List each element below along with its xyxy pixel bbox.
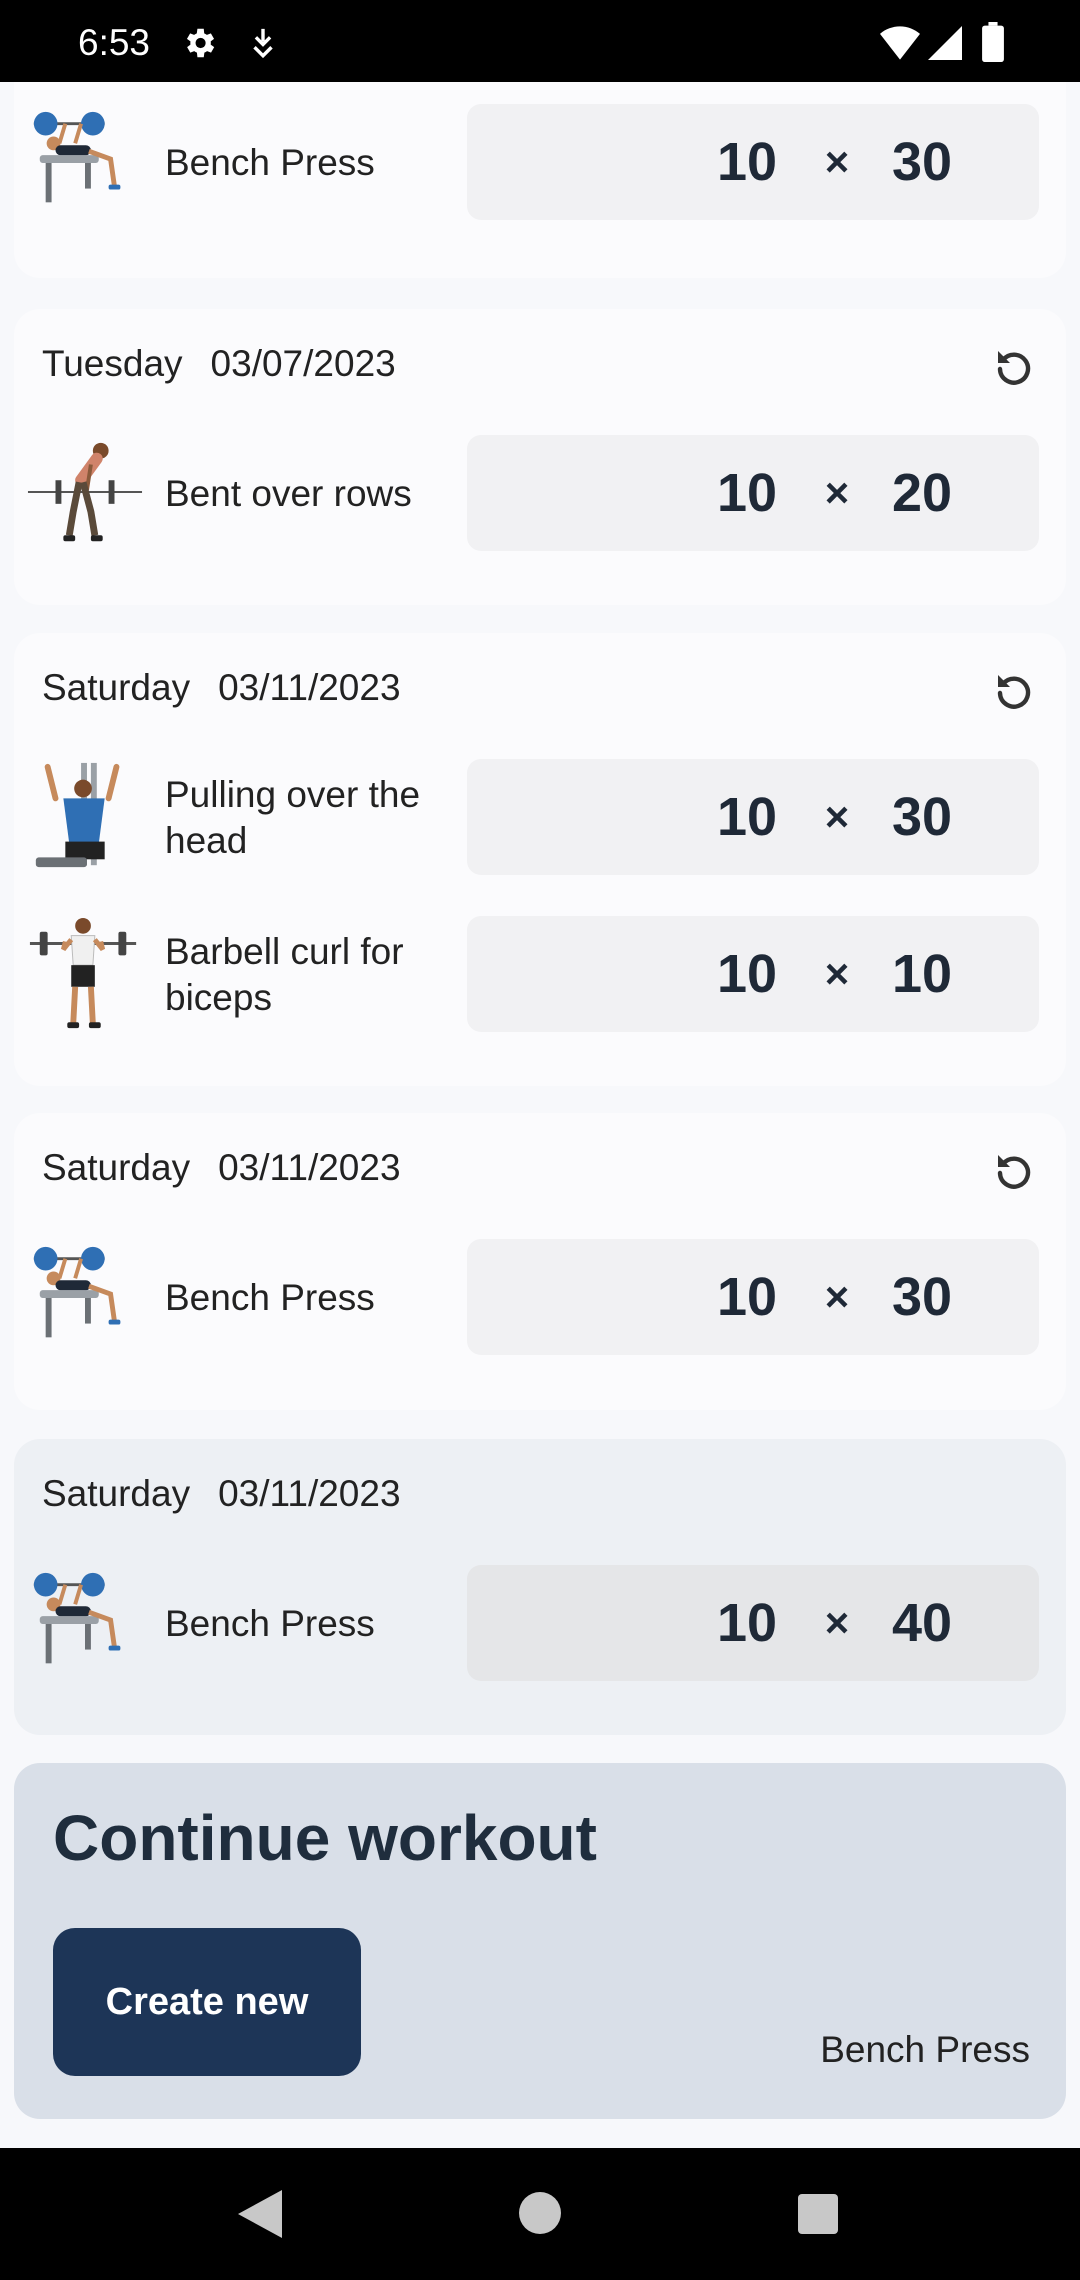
create-new-button[interactable]: Create new xyxy=(53,1928,361,2076)
download-status-icon xyxy=(253,28,273,59)
exercise-name: Pulling over the head xyxy=(165,774,421,861)
exercise-name: Bench Press xyxy=(165,1603,375,1644)
reps-value: 10 xyxy=(716,944,778,1004)
back-icon[interactable] xyxy=(238,2190,282,2238)
bent-over-rows-icon xyxy=(27,442,143,542)
sets-box[interactable]: 10 × 30 xyxy=(467,104,1039,220)
workout-date: 03/11/2023 xyxy=(218,1147,401,1188)
exercise-name: Bench Press xyxy=(165,142,375,183)
workout-day: Saturday xyxy=(42,1147,191,1188)
barbell-curl-icon xyxy=(29,917,137,1029)
workout-day: Tuesday xyxy=(42,343,183,384)
sets-box[interactable]: 10 × 30 xyxy=(467,759,1039,875)
bench-press-icon xyxy=(33,111,121,203)
times-symbol: × xyxy=(824,1599,850,1646)
weight-value: 30 xyxy=(891,1267,953,1327)
sets-box[interactable]: 10 × 10 xyxy=(467,916,1039,1032)
times-symbol: × xyxy=(824,469,850,516)
recent-apps-icon[interactable] xyxy=(798,2194,838,2234)
workout-day: Saturday xyxy=(42,1473,191,1514)
continue-workout-panel[interactable]: Continue workout Create new Bench Press xyxy=(14,1763,1066,2119)
workout-date: 03/11/2023 xyxy=(218,1473,401,1514)
sets-box[interactable]: 10 × 20 xyxy=(467,435,1039,551)
times-symbol: × xyxy=(824,138,850,185)
exercise-row[interactable]: Barbell curl for biceps 10 × 10 xyxy=(14,916,1066,1034)
sets-box[interactable]: 10 × 30 xyxy=(467,1239,1039,1355)
home-icon[interactable] xyxy=(519,2192,561,2234)
repeat-workout-icon[interactable] xyxy=(990,343,1038,391)
repeat-workout-icon[interactable] xyxy=(990,1147,1038,1195)
workout-history-list[interactable]: Bench Press 10 × 30 Tuesday 03/07/2023 B… xyxy=(0,82,1080,2148)
workout-date-header: Saturday 03/11/2023 xyxy=(42,1473,401,1515)
bench-press-icon xyxy=(33,1572,121,1664)
workout-card: Saturday 03/11/2023 Pulling over the hea… xyxy=(14,633,1066,1086)
wifi-icon xyxy=(880,26,920,60)
system-nav-bar xyxy=(0,2148,1080,2280)
reps-value: 10 xyxy=(716,132,778,192)
exercise-name: Bench Press xyxy=(165,1277,375,1318)
repeat-workout-icon[interactable] xyxy=(990,667,1038,715)
exercise-row[interactable]: Bench Press 10 × 30 xyxy=(14,104,1066,222)
exercise-name: Bent over rows xyxy=(165,473,412,514)
exercise-row[interactable]: Bench Press 10 × 40 xyxy=(14,1565,1066,1683)
reps-value: 10 xyxy=(716,1267,778,1327)
continue-workout-title: Continue workout xyxy=(53,1802,597,1874)
times-symbol: × xyxy=(824,1273,850,1320)
exercise-row[interactable]: Bent over rows 10 × 20 xyxy=(14,435,1066,553)
workout-date-header: Tuesday 03/07/2023 xyxy=(42,343,396,385)
current-workout-card: Saturday 03/11/2023 Bench Press 10 × 40 xyxy=(14,1439,1066,1735)
workout-date-header: Saturday 03/11/2023 xyxy=(42,667,401,709)
reps-value: 10 xyxy=(716,1593,778,1653)
cell-signal-icon xyxy=(928,26,962,60)
exercise-name: Barbell curl for biceps xyxy=(165,931,404,1018)
exercise-row[interactable]: Bench Press 10 × 30 xyxy=(14,1239,1066,1357)
workout-date: 03/07/2023 xyxy=(210,343,396,384)
workout-date: 03/11/2023 xyxy=(218,667,401,708)
times-symbol: × xyxy=(824,793,850,840)
status-bar: 6:53 xyxy=(0,0,1080,82)
reps-value: 10 xyxy=(716,787,778,847)
weight-value: 30 xyxy=(891,132,953,192)
exercise-row[interactable]: Pulling over the head 10 × 30 xyxy=(14,759,1066,877)
battery-icon xyxy=(982,22,1004,62)
weight-value: 30 xyxy=(891,787,953,847)
weight-value: 40 xyxy=(891,1593,953,1653)
sets-box[interactable]: 10 × 40 xyxy=(467,1565,1039,1681)
bench-press-icon xyxy=(33,1246,121,1338)
weight-value: 10 xyxy=(891,944,953,1004)
weight-value: 20 xyxy=(891,463,953,523)
times-symbol: × xyxy=(824,950,850,997)
workout-card: Bench Press 10 × 30 xyxy=(14,82,1066,278)
settings-gear-icon xyxy=(186,28,215,58)
reps-value: 10 xyxy=(716,463,778,523)
status-time: 6:53 xyxy=(78,22,151,63)
workout-date-header: Saturday 03/11/2023 xyxy=(42,1147,401,1189)
workout-card: Tuesday 03/07/2023 Bent over rows 10 × 2… xyxy=(14,309,1066,605)
current-exercise-label: Bench Press xyxy=(820,2029,1030,2070)
pulldown-icon xyxy=(35,762,120,868)
workout-card: Saturday 03/11/2023 Bench Press 10 × 30 xyxy=(14,1113,1066,1410)
workout-day: Saturday xyxy=(42,667,191,708)
